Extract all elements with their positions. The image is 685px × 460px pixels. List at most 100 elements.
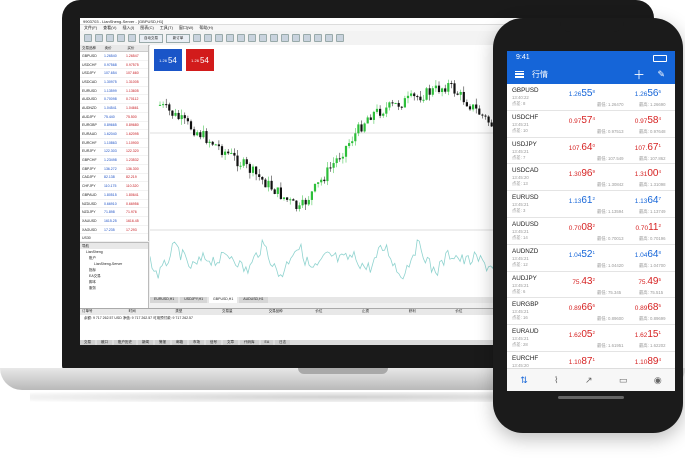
trade-tab-icon[interactable]: ↗ [585, 375, 593, 386]
market-watch-row[interactable]: EURGBP 0.89665 0.89680 [80, 122, 148, 131]
terminal-tab[interactable]: 信号 [206, 340, 221, 345]
market-watch-row[interactable]: CADJPY 82.138 82.219 [80, 174, 148, 183]
market-watch-row[interactable]: GBPAUD 1.80515 1.80641 [80, 191, 148, 200]
menu-file[interactable]: 文件(F) [84, 25, 97, 31]
market-watch-row[interactable]: XAUUSD 1615.25 1616.45 [80, 217, 148, 226]
quote-row[interactable]: AUDUSD 13:45:21 点差: 14 0.70082 0.70112 最… [507, 218, 675, 245]
market-watch-icon[interactable] [106, 34, 114, 42]
terminal-tab[interactable]: 交易 [80, 340, 95, 345]
edit-icon[interactable]: ✎ [657, 69, 665, 80]
periods-icon[interactable] [292, 34, 300, 42]
quote-row[interactable]: GBPUSD 13:40:22 点差: 8 1.26558 1.26566 最低… [507, 84, 675, 111]
quote-row[interactable]: USDCAD 13:45:20 点差: 13 1.30969 1.31004 最… [507, 164, 675, 192]
terminal-icon[interactable] [128, 34, 136, 42]
sell-button[interactable]: 1.26 54 [154, 49, 182, 71]
zoom-in-icon[interactable] [226, 34, 234, 42]
market-watch-row[interactable]: GBPCHF 1.23498 1.23532 [80, 156, 148, 165]
line-chart-icon[interactable] [215, 34, 223, 42]
market-watch-row[interactable]: USDCAD 1.30975 1.31005 [80, 78, 148, 87]
trendline-icon[interactable] [336, 34, 344, 42]
tile-windows-icon[interactable] [248, 34, 256, 42]
terminal-column-header[interactable]: 止损 [360, 309, 407, 315]
quote-row[interactable]: AUDJPY 13:45:21 点差: 6 75.432 75.495 最低: … [507, 272, 675, 299]
market-watch-row[interactable]: GBPUSD 1.26540 1.26547 [80, 52, 148, 61]
terminal-column-header[interactable]: 订单号 [80, 309, 127, 315]
market-watch-row[interactable]: NZDUSD 0.66910 0.66956 [80, 200, 148, 209]
terminal-tab[interactable]: 市场 [189, 340, 204, 345]
chart-tab-icon[interactable]: ⌇ [554, 375, 558, 386]
menu-charts[interactable]: 图表(C) [140, 25, 154, 31]
market-watch-row[interactable]: XAGUSD 17.235 17.293 [80, 226, 148, 235]
nav-item-services[interactable]: 服务 [80, 285, 148, 291]
terminal-tab[interactable]: 日志 [275, 340, 291, 345]
market-watch-row[interactable]: CHFJPY 110.175 110.320 [80, 182, 148, 191]
quote-row[interactable]: EURUSD 13:45:21 点差: 3 1.13612 1.13647 最低… [507, 191, 675, 218]
candle-chart-icon[interactable] [204, 34, 212, 42]
menu-window[interactable]: 窗口(W) [179, 25, 193, 31]
terminal-tab[interactable]: 警报 [155, 340, 170, 345]
quote-row[interactable]: USDCHF 13:45:21 点差: 10 0.97574 0.97584 最… [507, 111, 675, 138]
menu-icon[interactable] [515, 70, 524, 78]
add-symbol-icon[interactable]: ＋ [633, 66, 645, 83]
new-chart-icon[interactable] [84, 34, 92, 42]
terminal-tab[interactable]: 新闻 [138, 340, 153, 345]
market-watch-row[interactable]: NZDJPY 71.898 71.976 [80, 208, 148, 218]
quotes-tab-icon[interactable]: ⇅ [520, 375, 528, 386]
quote-spread: 点差: 13 [512, 181, 528, 187]
market-watch-row[interactable]: EURAUD 1.62040 1.62095 [80, 130, 148, 139]
quote-time: 13:45:21 [512, 336, 529, 342]
market-watch-row[interactable]: GBPJPY 136.272 136.300 [80, 165, 148, 174]
quote-ask: 1.62151 [635, 329, 661, 340]
market-watch-row[interactable]: EURJPY 122.303 122.320 [80, 148, 148, 157]
chart-tab-eurusd[interactable]: EURUSD,H1 [150, 297, 179, 303]
zoom-out-icon[interactable] [237, 34, 245, 42]
messages-tab-icon[interactable]: ◉ [654, 375, 662, 386]
navigator-icon[interactable] [117, 34, 125, 42]
bar-chart-icon[interactable] [193, 34, 201, 42]
market-watch-row[interactable]: EURUSD 1.13599 1.13605 [80, 87, 148, 96]
market-watch-row[interactable]: EURCHF 1.10863 1.10900 [80, 139, 148, 148]
market-watch-row[interactable]: USDCHF 0.97568 0.97575 [80, 61, 148, 70]
candle-body [366, 117, 369, 124]
terminal-column-header[interactable]: 价位 [313, 309, 360, 315]
terminal-tab[interactable]: 文章 [223, 340, 238, 345]
crosshair-icon[interactable] [325, 34, 333, 42]
market-watch-row[interactable]: USDJPY 107.654 107.660 [80, 69, 148, 79]
candle-body [304, 199, 307, 205]
bid-big-digits: 61 [581, 195, 593, 207]
chart-tab-usdjpy[interactable]: USDJPY,H1 [180, 297, 208, 303]
quote-row[interactable]: AUDNZD 13:45:21 点差: 12 1.04521 1.04648 最… [507, 245, 675, 272]
menu-insert[interactable]: 插入(I) [122, 25, 134, 31]
buy-button[interactable]: 1.26 54 [186, 49, 214, 71]
chart-tab-gbpusd[interactable]: GBPUSD,H1 [209, 297, 238, 303]
terminal-column-header[interactable]: 交易品种 [267, 309, 314, 315]
terminal-tab[interactable]: 敞口 [97, 340, 112, 345]
market-watch-row[interactable]: AUDJPY 75.440 75.500 [80, 113, 148, 122]
chart-tab-audusd[interactable]: AUDUSD,H1 [239, 297, 268, 303]
templates-icon[interactable] [303, 34, 311, 42]
terminal-column-header[interactable]: 时间 [127, 309, 174, 315]
indicators-icon[interactable] [281, 34, 289, 42]
terminal-column-header[interactable]: 交易量 [220, 309, 267, 315]
market-watch-row[interactable]: AUDNZD 1.04541 1.04661 [80, 104, 148, 113]
terminal-tab[interactable]: 邮箱 [172, 340, 187, 345]
autoscroll-icon[interactable] [259, 34, 267, 42]
menu-help[interactable]: 帮助(H) [199, 25, 213, 31]
new-order-button[interactable]: 新订单 [166, 33, 190, 43]
profiles-icon[interactable] [95, 34, 103, 42]
algo-trading-button[interactable]: 自动交易 [139, 33, 163, 43]
terminal-tab[interactable]: 代码库 [240, 340, 259, 345]
history-tab-icon[interactable]: ▭ [619, 375, 628, 386]
cursor-icon[interactable] [314, 34, 322, 42]
quote-row[interactable]: EURGBP 13:45:21 点差: 16 0.89666 0.89685 最… [507, 298, 675, 326]
terminal-column-header[interactable]: 类型 [173, 309, 220, 315]
menu-view[interactable]: 查看(V) [103, 25, 116, 31]
quote-row[interactable]: EURAUD 13:45:21 点差: 28 1.62052 1.62151 最… [507, 325, 675, 352]
terminal-tab[interactable]: EA [260, 340, 274, 345]
terminal-tab[interactable]: 账户历史 [114, 340, 136, 345]
terminal-column-header[interactable]: 获利 [407, 309, 454, 315]
quote-row[interactable]: USDJPY 13:45:21 点差: 7 107.640 107.671 最低… [507, 138, 675, 165]
market-watch-row[interactable]: AUDUSD 0.70098 0.70112 [80, 95, 148, 105]
menu-tools[interactable]: 工具(T) [160, 25, 173, 31]
chart-shift-icon[interactable] [270, 34, 278, 42]
